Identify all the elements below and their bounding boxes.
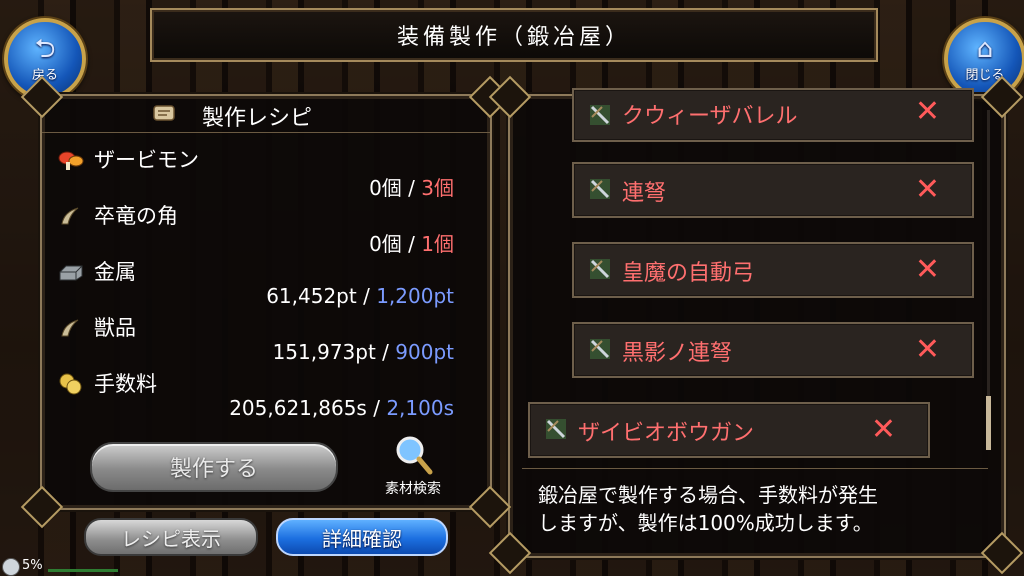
crossbow-icon — [590, 259, 610, 279]
close-icon: ✕ — [914, 94, 940, 129]
recipe-title: 製作レシピ — [202, 106, 313, 131]
need-count: 1,200pt — [376, 284, 454, 308]
list-item[interactable]: 黒影ノ連弩 ✕ — [572, 322, 974, 378]
need-count: 3個 — [421, 176, 454, 200]
count-separator: / — [363, 284, 370, 308]
mushroom-icon — [58, 151, 84, 170]
have-count: 151,973pt — [272, 340, 376, 364]
list-item[interactable]: クウィーザバレル ✕ — [572, 88, 974, 142]
status-indicator: 5% — [0, 556, 120, 576]
material-name: 金属 — [94, 260, 136, 284]
material-search-label: 素材検索 — [385, 481, 441, 497]
scrollbar-thumb[interactable] — [986, 396, 991, 450]
weapon-name: クウィーザバレル — [622, 104, 798, 129]
have-count: 0個 — [369, 232, 402, 256]
crossbow-icon — [590, 105, 610, 125]
material-name: 卒竜の角 — [94, 204, 178, 228]
need-count: 2,100s — [386, 396, 454, 420]
list-item[interactable]: ザイビオボウガン ✕ — [528, 402, 930, 458]
detail-check-button[interactable]: 詳細確認 — [276, 518, 448, 556]
weapon-name: 連弩 — [622, 181, 667, 206]
crossbow-icon — [590, 179, 610, 199]
material-count: 61,452pt / 1,200pt — [266, 284, 454, 308]
material-name: 獣品 — [94, 316, 136, 340]
count-separator: / — [382, 340, 389, 364]
close-icon: ✕ — [914, 172, 940, 207]
material-count: 205,621,865s / 2,100s — [229, 396, 454, 420]
page-title-bar: 装備製作（鍛冶屋） — [150, 8, 878, 62]
recipe-scroll-icon — [153, 105, 175, 121]
status-bar — [48, 569, 118, 572]
list-item[interactable]: 連弩 ✕ — [572, 162, 974, 218]
home-icon: ⌂ — [976, 33, 994, 64]
material-count: 0個 / 3個 — [369, 172, 454, 201]
notice-text: 鍛冶屋で製作する場合、手数料が発生 しますが、製作は100%成功します。 — [522, 468, 988, 542]
notice-line: しますが、製作は100%成功します。 — [538, 511, 873, 535]
count-separator: / — [408, 176, 415, 200]
recipe-header: 製作レシピ — [42, 96, 490, 133]
need-count: 1個 — [421, 232, 454, 256]
have-count: 205,621,865s — [229, 396, 367, 420]
material-count: 0個 / 1個 — [369, 228, 454, 257]
fang-icon — [61, 319, 79, 337]
status-percent: 5% — [22, 558, 43, 573]
page-title: 装備製作（鍛冶屋） — [396, 25, 631, 50]
count-separator: / — [408, 232, 415, 256]
metal-ingot-icon — [59, 265, 83, 281]
notice-line: 鍛冶屋で製作する場合、手数料が発生 — [538, 483, 878, 507]
magnifier-icon — [396, 436, 433, 475]
have-count: 0個 — [369, 176, 402, 200]
crossbow-icon — [546, 419, 566, 439]
list-item[interactable]: 皇魔の自動弓 ✕ — [572, 242, 974, 298]
close-icon: ✕ — [914, 252, 940, 287]
weapon-name: 皇魔の自動弓 — [622, 261, 755, 286]
recipe-panel: 製作レシピ ザービモン 0個 / 3個 卒竜の角 0個 / 1個 金属 61,4… — [40, 94, 492, 510]
material-count: 151,973pt / 900pt — [273, 340, 454, 364]
craft-button[interactable]: 製作する — [90, 442, 338, 492]
return-arrow-icon: ⮌ — [34, 33, 56, 64]
recipe-view-button[interactable]: レシピ表示 — [84, 518, 258, 556]
have-count: 61,452pt — [266, 284, 357, 308]
crossbow-icon — [590, 339, 610, 359]
material-name: ザービモン — [94, 148, 199, 172]
weapon-name: ザイビオボウガン — [578, 421, 755, 446]
need-count: 900pt — [395, 340, 454, 364]
close-icon: ✕ — [870, 412, 896, 447]
material-name: 手数料 — [94, 372, 157, 396]
close-icon: ✕ — [914, 332, 940, 367]
count-separator: / — [373, 396, 380, 420]
coins-icon — [59, 373, 82, 395]
clock-ring-icon — [2, 558, 20, 576]
weapon-name: 黒影ノ連弩 — [622, 341, 733, 366]
material-search-button[interactable]: 素材検索 — [368, 434, 458, 498]
horn-icon — [61, 207, 79, 225]
